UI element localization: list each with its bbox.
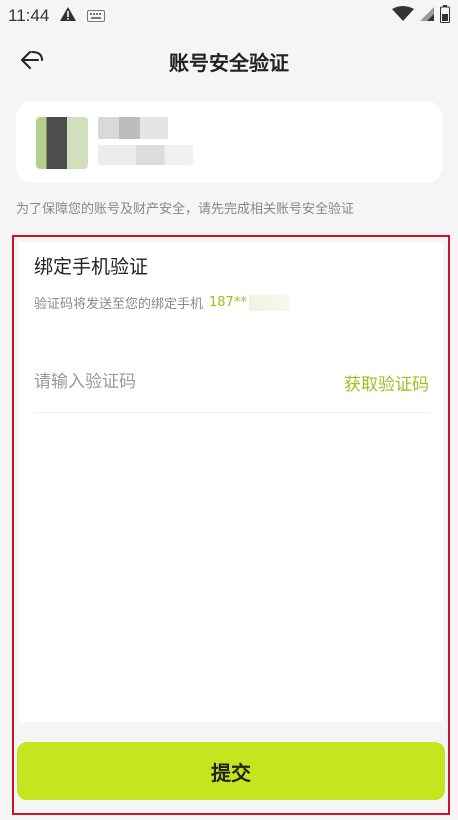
verify-description: 验证码将发送至您的绑定手机 187**	[34, 293, 289, 312]
back-arrow-icon	[18, 48, 46, 76]
submit-button[interactable]: 提交	[17, 742, 445, 800]
verify-title: 绑定手机验证	[34, 256, 149, 278]
header: 账号安全验证	[0, 34, 458, 88]
signal-icon	[420, 6, 434, 26]
avatar	[36, 117, 88, 169]
account-name-blurred	[98, 117, 168, 139]
status-time: 11:44	[8, 6, 50, 25]
back-button[interactable]	[16, 46, 48, 78]
status-right	[392, 5, 450, 27]
account-card	[16, 101, 442, 183]
security-notice: 为了保障您的账号及财产安全，请先完成相关账号安全验证	[16, 202, 355, 217]
verify-desc-text: 验证码将发送至您的绑定手机	[34, 297, 204, 312]
wifi-icon	[392, 6, 414, 26]
account-info-blurred	[98, 145, 193, 165]
keyboard-icon	[87, 7, 106, 26]
get-code-button[interactable]: 获取验证码	[344, 370, 429, 395]
warning-icon	[59, 6, 77, 26]
page-title: 账号安全验证	[169, 50, 289, 75]
status-bar: 11:44	[0, 0, 458, 32]
phone-number: 187**	[209, 295, 247, 310]
verify-card: 绑定手机验证 验证码将发送至您的绑定手机 187** 获取验证码	[19, 242, 443, 722]
status-left: 11:44	[8, 6, 106, 26]
verification-code-input[interactable]	[34, 367, 294, 397]
input-divider	[34, 412, 430, 413]
phone-mask	[248, 294, 289, 311]
battery-icon	[440, 5, 450, 27]
verify-panel: 绑定手机验证 验证码将发送至您的绑定手机 187** 获取验证码 提交	[12, 235, 450, 815]
